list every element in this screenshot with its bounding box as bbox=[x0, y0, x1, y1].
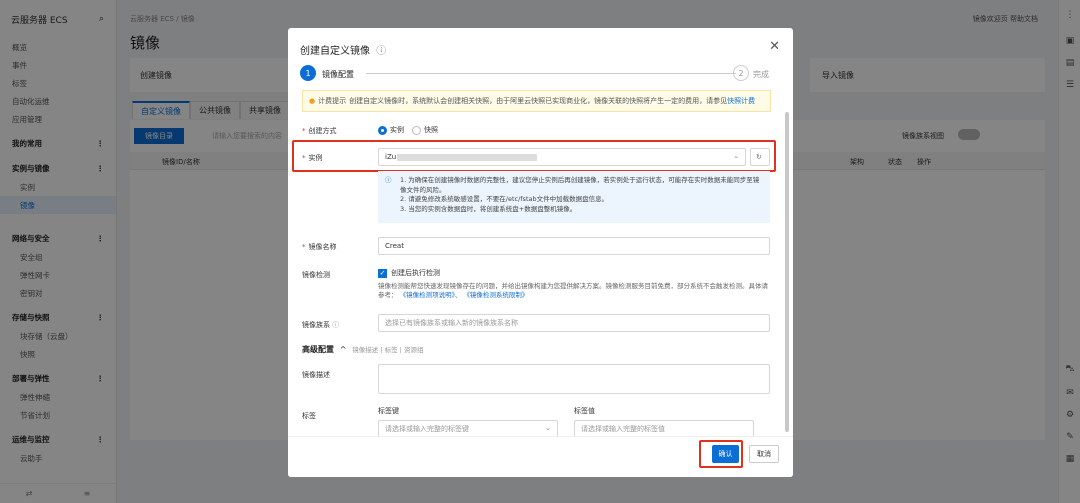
close-icon[interactable]: ✕ bbox=[769, 39, 780, 54]
step-1-label: 镜像配置 bbox=[322, 70, 354, 79]
notice-prefix: 计费提示 bbox=[318, 97, 347, 105]
radio-snapshot[interactable] bbox=[412, 125, 421, 135]
billing-notice: ● 计费提示 创建自定义镜像时，系统默认会创建相关快照，由于阿里云快照已实现商业… bbox=[302, 90, 771, 112]
tag-key-label: 标签键 bbox=[378, 407, 399, 415]
warning-icon: ● bbox=[309, 97, 316, 105]
help-icon[interactable]: ⓘ bbox=[376, 46, 386, 57]
modal-title-text: 创建自定义镜像 bbox=[300, 46, 370, 57]
highlight-confirm bbox=[699, 440, 743, 468]
radio-instance-label: 实例 bbox=[390, 126, 404, 134]
radio-snapshot-label: 快照 bbox=[424, 126, 438, 134]
check-link-limits[interactable]: 《镜像检测系统限制》 bbox=[463, 291, 528, 299]
tag-label: 标签 bbox=[302, 412, 316, 420]
check-link-items[interactable]: 《镜像检测项说明》 bbox=[400, 291, 455, 299]
info-line-1: 1. 为确保在创建镜像时数据的完整性，建议您停止实例后再创建镜像，若实例处于运行… bbox=[400, 176, 760, 194]
source-radio-group: 实例 快照 bbox=[378, 125, 438, 135]
chevron-down-icon: ⌄ bbox=[545, 424, 551, 432]
source-label-text: 创建方式 bbox=[308, 127, 337, 135]
advanced-sub: 镜像描述 | 标签 | 资源组 bbox=[352, 346, 424, 354]
radio-instance[interactable] bbox=[378, 125, 387, 135]
notice-link[interactable]: 快照计费 bbox=[727, 96, 755, 106]
modal-scrollbar[interactable] bbox=[785, 112, 789, 432]
check-checkbox[interactable]: ✓ bbox=[378, 268, 387, 278]
family-label: 镜像族系 ⓘ bbox=[302, 320, 339, 330]
info-line-3: 3. 当您的实例含数据盘时，将创建系统盘+数据盘整机镜像。 bbox=[400, 204, 577, 213]
create-image-modal: 创建自定义镜像 ⓘ ✕ 1 镜像配置 2 完成 ● 计费提示 创建自定义镜像时，… bbox=[288, 28, 793, 477]
highlight-instance bbox=[292, 140, 776, 172]
tag-key-placeholder: 请选择或输入完整的标签键 bbox=[385, 425, 469, 433]
tag-value-label: 标签值 bbox=[574, 407, 595, 415]
check-option-label: 创建后执行检测 bbox=[391, 269, 440, 277]
name-label-text: 镜像名称 bbox=[308, 243, 337, 251]
instance-info-box: ⓘ 1. 为确保在创建镜像时数据的完整性，建议您停止实例后再创建镜像，若实例处于… bbox=[378, 171, 770, 223]
step-indicator: 1 镜像配置 2 完成 bbox=[300, 64, 770, 82]
name-label: * 镜像名称 bbox=[302, 243, 337, 251]
advanced-label: 高级配置 bbox=[302, 345, 334, 354]
check-option: ✓ 创建后执行检测 bbox=[378, 268, 440, 278]
info-icon: ⓘ bbox=[385, 176, 392, 184]
desc-textarea[interactable] bbox=[378, 364, 770, 394]
source-label: * 创建方式 bbox=[302, 127, 337, 135]
modal-title: 创建自定义镜像 ⓘ bbox=[300, 42, 386, 57]
help-icon[interactable]: ⓘ bbox=[332, 321, 339, 329]
chevron-up-icon: ^ bbox=[339, 345, 347, 354]
tag-value-placeholder: 请选择或输入完整的标签值 bbox=[581, 425, 665, 433]
step-line bbox=[366, 73, 736, 74]
check-label: 镜像检测 bbox=[302, 271, 330, 279]
notice-text: 创建自定义镜像时，系统默认会创建相关快照，由于阿里云快照已实现商业化，镜像关联的… bbox=[349, 97, 728, 105]
step-2-circle: 2 bbox=[733, 65, 749, 81]
cancel-button[interactable]: 取消 bbox=[749, 445, 779, 463]
family-input-placeholder: 选择已有镜像族系或输入新的镜像族系名称 bbox=[385, 319, 518, 327]
step-2-label: 完成 bbox=[753, 70, 769, 79]
info-line-2: 2. 请避免修改系统敏感设置，不要在/etc/fstab文件中加载数据盘信息。 bbox=[400, 195, 609, 203]
step-1-circle: 1 bbox=[300, 65, 316, 81]
family-input[interactable]: 选择已有镜像族系或输入新的镜像族系名称 bbox=[378, 314, 770, 332]
advanced-toggle[interactable]: 高级配置 ^ 镜像描述 | 标签 | 资源组 bbox=[302, 344, 423, 355]
family-label-text: 镜像族系 bbox=[302, 321, 330, 329]
desc-label: 镜像描述 bbox=[302, 371, 330, 379]
check-description: 镜像检测能帮您快速发现镜像存在的问题，并给出镜像构建为您提供解决方案。镜像检测服… bbox=[378, 282, 768, 299]
image-name-input[interactable]: Creat bbox=[378, 237, 770, 255]
image-name-value: Creat bbox=[385, 242, 404, 250]
